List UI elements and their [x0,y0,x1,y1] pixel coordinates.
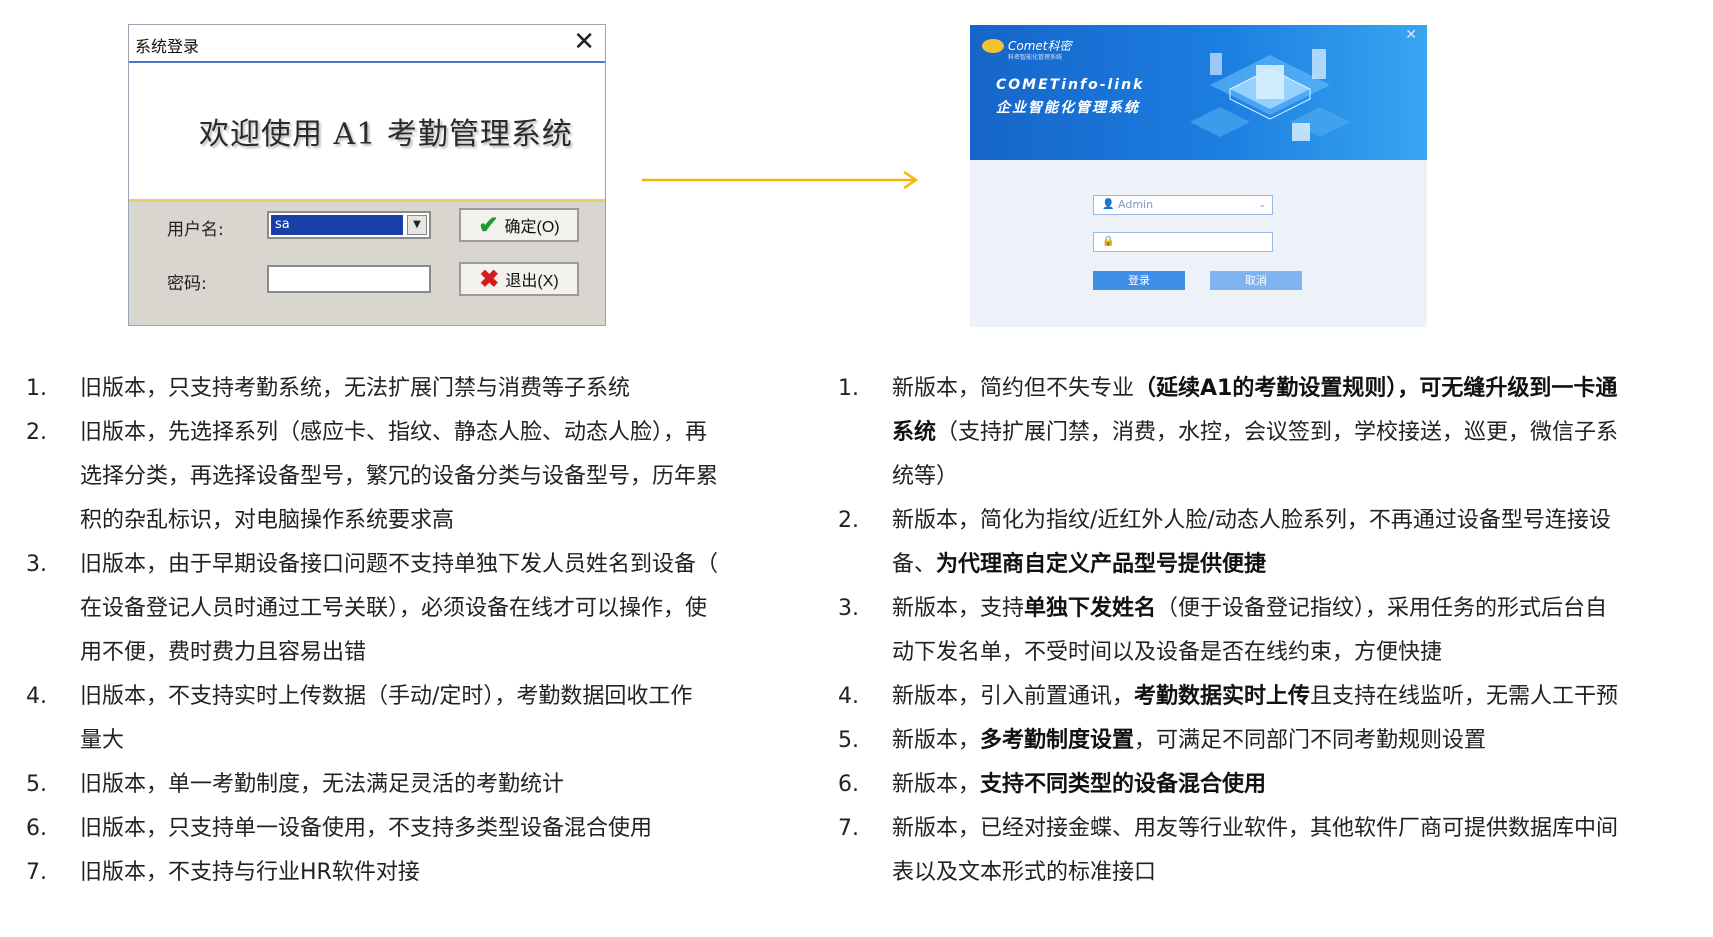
list-number: 3. [26,552,47,577]
comet-logo-subtext: 科密智能化管理系统 [1008,54,1063,61]
new-list-item: 2. 新版本，简化为指纹/近红外人脸/动态人脸系列，不再通过设备型号连接设 备、为代… [838,499,1706,587]
comet-logo-icon [982,38,1004,53]
list-text: 旧版本，不支持与行业HR软件对接 [80,860,420,885]
list-text: （便于设备登记指纹），采用任务的形式后台自 [1156,596,1608,621]
list-text: 新版本， [892,728,981,753]
ok-button-label: 确定(O) [504,219,560,236]
old-login-window: 系统登录 ✕ 欢迎使用 A1 考勤管理系统 用户名: sa ▼ ✔ 确定(O) … [128,24,606,326]
old-version-list: 1. 旧版本，只支持考勤系统，无法扩展门禁与消费等子系统 2. 旧版本，先选择系列（感… [26,367,782,895]
list-text: 备、 [892,552,937,577]
brand-title: COMETinfo-link [996,77,1145,93]
list-text: 积的杂乱标识，对电脑操作系统要求高 [80,508,455,533]
list-number: 6. [838,772,859,797]
list-text: 动下发名单，不受时间以及设备是否在线约束，方便快捷 [892,640,1443,665]
username-select[interactable]: 👤 Admin ⌄ [1093,195,1273,215]
list-text: （支持扩展门禁，消费，水控，会议签到，学校接送，巡更，微信子系 [936,420,1619,445]
old-list-item: 7. 旧版本，不支持与行业HR软件对接 [26,851,782,895]
list-text: 新版本，简化为指纹/近红外人脸/动态人脸系列，不再通过设备型号连接设 [892,508,1611,533]
list-text: 新版本，已经对接金蝶、用友等行业软件，其他软件厂商可提供数据库中间 [892,816,1619,841]
list-text-bold: （延续A1的考勤设置规则），可无缝升级到一卡通 [1134,376,1618,401]
close-icon[interactable]: ✕ [573,27,595,57]
list-number: 2. [838,508,859,533]
old-list-item: 5. 旧版本，单一考勤制度，无法满足灵活的考勤统计 [26,763,782,807]
new-list-item: 4. 新版本，引入前置通讯，考勤数据实时上传且支持在线监听，无需人工干预 [838,675,1706,719]
list-text-bold: 多考勤制度设置 [980,728,1135,753]
list-number: 5. [26,772,47,797]
list-text: 量大 [80,728,125,753]
exit-button[interactable]: ✖ 退出(X) [459,262,579,296]
new-login-window: Comet科密 科密智能化管理系统 COMETinfo-link 企业智能化管理… [970,25,1427,327]
exit-button-label: 退出(X) [505,273,559,290]
list-number: 7. [838,816,859,841]
list-text-bold: 系统 [892,420,937,445]
list-text: 新版本，简约但不失专业 [892,376,1135,401]
list-text: 旧版本，由于早期设备接口问题不支持单独下发人员姓名到设备（ [80,552,719,577]
list-number: 4. [838,684,859,709]
list-text-bold: 考勤数据实时上传 [1134,684,1311,709]
isometric-devices-illustration [1190,49,1350,141]
list-text: 用不便，费时费力且容易出错 [80,640,367,665]
list-text: 统等） [892,464,959,489]
list-text: 旧版本，只支持单一设备使用，不支持多类型设备混合使用 [80,816,653,841]
ok-button[interactable]: ✔ 确定(O) [459,208,579,242]
new-list-item: 3. 新版本，支持单独下发姓名（便于设备登记指纹），采用任务的形式后台自动下发名单… [838,587,1706,675]
new-list-item: 6. 新版本，支持不同类型的设备混合使用 [838,763,1706,807]
new-header: Comet科密 科密智能化管理系统 COMETinfo-link 企业智能化管理… [970,25,1427,160]
list-number: 5. [838,728,859,753]
list-text: 旧版本，先选择系列（感应卡、指纹、静态人脸、动态人脸），再 [80,420,708,445]
close-icon[interactable]: ✕ [1405,27,1417,43]
new-list-item: 1. 新版本，简约但不失专业（延续A1的考勤设置规则），可无缝升级到一卡通系统（支… [838,367,1706,499]
old-list-item: 6. 旧版本，只支持单一设备使用，不支持多类型设备混合使用 [26,807,782,851]
list-number: 1. [26,376,47,401]
chevron-down-icon[interactable]: ▼ [407,215,427,235]
old-list-item: 3. 旧版本，由于早期设备接口问题不支持单独下发人员姓名到设备（ 在设备登记人员时通… [26,543,782,675]
chevron-down-icon[interactable]: ⌄ [1258,196,1266,214]
list-text: 新版本， [892,772,981,797]
password-field[interactable] [267,265,431,293]
list-text-bold: 为代理商自定义产品型号提供便捷 [936,552,1267,577]
username-label: 用户名: [167,220,224,240]
list-number: 1. [838,376,859,401]
username-combo[interactable]: sa ▼ [267,211,431,239]
new-version-list: 1. 新版本，简约但不失专业（延续A1的考勤设置规则），可无缝升级到一卡通系统（支… [838,367,1706,895]
list-text: 选择分类，再选择设备型号，繁冗的设备分类与设备型号，历年累 [80,464,719,489]
list-text: 新版本，引入前置通讯， [892,684,1135,709]
list-number: 3. [838,596,859,621]
old-list-item: 4. 旧版本，不支持实时上传数据（手动/定时），考勤数据回收工作 量大 [26,675,782,763]
list-text: 旧版本，单一考勤制度，无法满足灵活的考勤统计 [80,772,565,797]
login-button[interactable]: 登录 [1093,271,1185,290]
list-text: 且支持在线监听，无需人工干预 [1310,684,1619,709]
list-number: 6. [26,816,47,841]
list-text: 表以及文本形式的标准接口 [892,860,1157,885]
old-window-title: 系统登录 [135,37,200,56]
list-text: 旧版本，不支持实时上传数据（手动/定时），考勤数据回收工作 [80,684,693,709]
new-list-item: 5. 新版本，多考勤制度设置，可满足不同部门不同考勤规则设置 [838,719,1706,763]
password-label: 密码: [167,274,207,294]
password-field[interactable]: 🔒 [1093,232,1273,252]
user-icon: 👤 [1102,199,1115,210]
list-text: 在设备登记人员时通过工号关联），必须设备在线才可以操作，使 [80,596,708,621]
list-number: 7. [26,860,47,885]
old-title-bar: 系统登录 ✕ [129,25,605,63]
list-text: 旧版本，只支持考勤系统，无法扩展门禁与消费等子系统 [80,376,631,401]
old-banner: 欢迎使用 A1 考勤管理系统 [129,63,605,202]
list-number: 4. [26,684,47,709]
checkmark-icon: ✔ [478,211,499,239]
list-text: ，可满足不同部门不同考勤规则设置 [1134,728,1487,753]
close-x-icon: ✖ [479,265,500,293]
list-text-bold: 支持不同类型的设备混合使用 [980,772,1267,797]
list-text: 新版本，支持 [892,596,1025,621]
cancel-button[interactable]: 取消 [1210,271,1302,290]
list-number: 2. [26,420,47,445]
brand-subtitle: 企业智能化管理系统 [996,100,1140,116]
old-list-item: 2. 旧版本，先选择系列（感应卡、指纹、静态人脸、动态人脸），再 选择分类，再选择设… [26,411,782,543]
list-text-bold: 单独下发姓名 [1024,596,1157,621]
old-list-item: 1. 旧版本，只支持考勤系统，无法扩展门禁与消费等子系统 [26,367,782,411]
old-banner-text: 欢迎使用 A1 考勤管理系统 [199,117,573,152]
lock-icon: 🔒 [1102,236,1115,247]
username-value: Admin [1118,198,1154,211]
username-value: sa [271,215,403,235]
new-list-item: 7. 新版本，已经对接金蝶、用友等行业软件，其他软件厂商可提供数据库中间 表以及文本… [838,807,1706,895]
transition-arrow-icon [642,170,919,190]
